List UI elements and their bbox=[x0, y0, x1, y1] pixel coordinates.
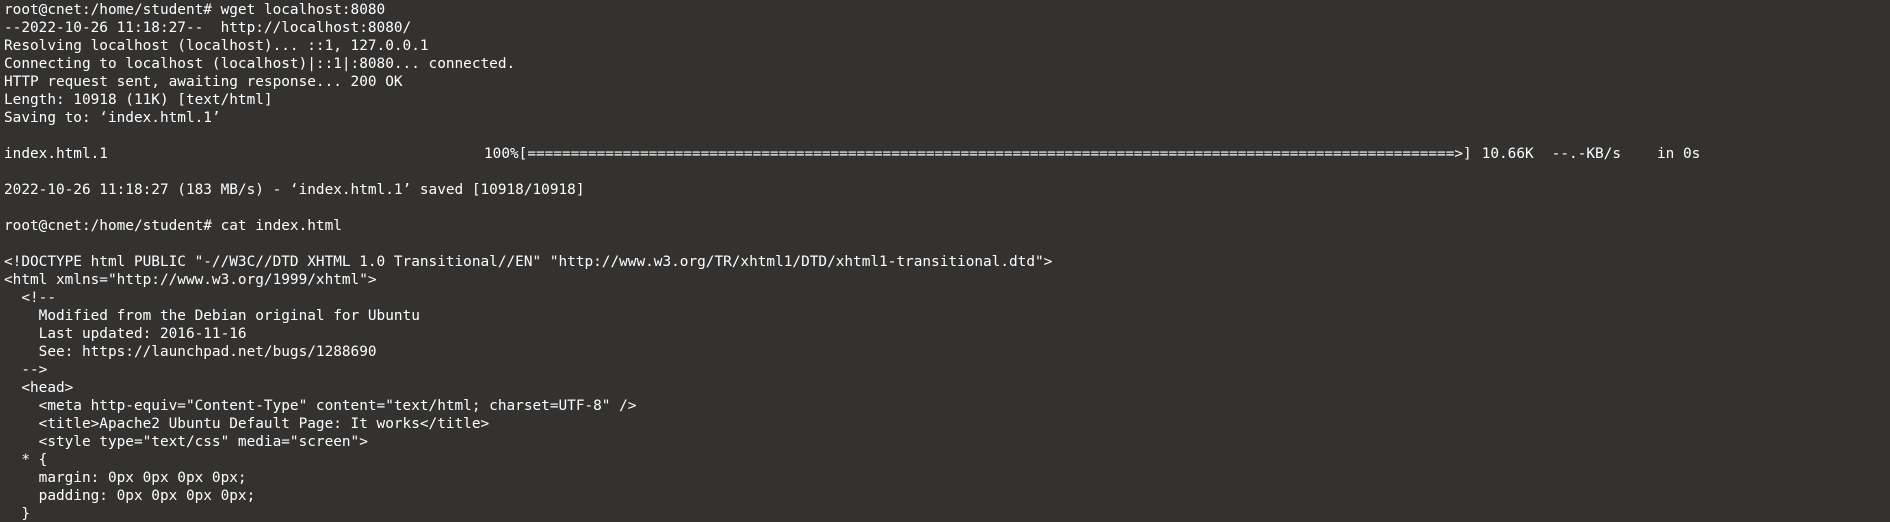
wget-output-line: Saving to: ‘index.html.1’ bbox=[4, 110, 221, 126]
cat-output-line: <html xmlns="http://www.w3.org/1999/xhtm… bbox=[4, 272, 377, 288]
cat-output-line: See: https://launchpad.net/bugs/1288690 bbox=[4, 344, 377, 360]
progress-filename: index.html.1 bbox=[4, 146, 108, 162]
cat-output-line: --> bbox=[4, 362, 48, 378]
wget-output-line: Length: 10918 (11K) [text/html] bbox=[4, 92, 273, 108]
saved-status-line: 2022-10-26 11:18:27 (183 MB/s) - ‘index.… bbox=[4, 182, 585, 198]
cat-output-line: <!DOCTYPE html PUBLIC "-//W3C//DTD XHTML… bbox=[4, 254, 1053, 270]
cat-output-line: } bbox=[4, 506, 30, 522]
cat-output-line: <style type="text/css" media="screen"> bbox=[4, 434, 368, 450]
cat-output-line: margin: 0px 0px 0px 0px; bbox=[4, 470, 247, 486]
wget-output-line: --2022-10-26 11:18:27-- http://localhost… bbox=[4, 20, 412, 36]
cat-output-line: <title>Apache2 Ubuntu Default Page: It w… bbox=[4, 416, 490, 432]
cat-output-line: padding: 0px 0px 0px 0px; bbox=[4, 488, 256, 504]
wget-output-line: HTTP request sent, awaiting response... … bbox=[4, 74, 403, 90]
cat-output-line: <!-- bbox=[4, 290, 56, 306]
cat-output-line: <meta http-equiv="Content-Type" content=… bbox=[4, 398, 637, 414]
cat-output-line: <head> bbox=[4, 380, 74, 396]
progress-percent: 100% bbox=[484, 146, 519, 162]
wget-output-line: Connecting to localhost (localhost)|::1|… bbox=[4, 56, 516, 72]
download-progress-line: index.html.1 100% [=====================… bbox=[4, 145, 1890, 163]
progress-size: 10.66K bbox=[1481, 146, 1534, 162]
terminal-window[interactable]: root@cnet:/home/student# wget localhost:… bbox=[0, 0, 1890, 522]
cat-output-line: Last updated: 2016-11-16 bbox=[4, 326, 247, 342]
prompt-wget-command: root@cnet:/home/student# wget localhost:… bbox=[4, 2, 386, 18]
prompt-cat-command: root@cnet:/home/student# cat index.html bbox=[4, 218, 342, 234]
wget-output-line: Resolving localhost (localhost)... ::1, … bbox=[4, 38, 429, 54]
progress-rate: --.-KB/s bbox=[1551, 146, 1621, 162]
cat-output-line: Modified from the Debian original for Ub… bbox=[4, 308, 420, 324]
cat-output-line: * { bbox=[4, 452, 48, 468]
progress-bar: [=======================================… bbox=[518, 146, 1472, 162]
progress-eta: in 0s bbox=[1656, 146, 1701, 162]
